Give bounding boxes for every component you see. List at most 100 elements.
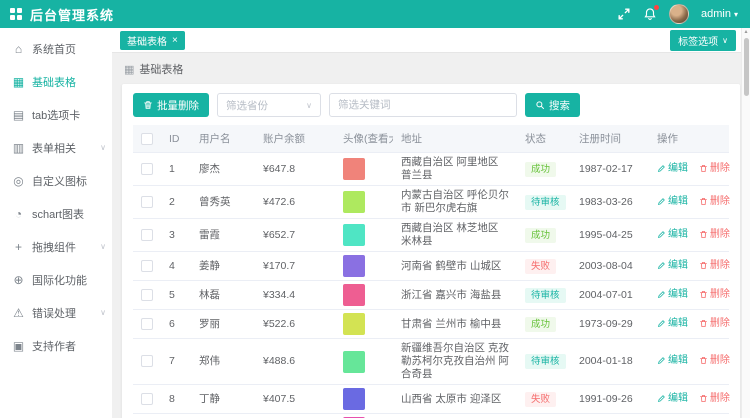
tab-label: 基础表格 — [127, 33, 167, 48]
province-filter-select[interactable]: 筛选省份 ∨ — [217, 93, 321, 117]
cell-id: 5 — [161, 281, 191, 310]
trash-icon — [699, 261, 708, 270]
row-checkbox[interactable] — [141, 355, 153, 367]
tag-options-button[interactable]: 标签选项 ∨ — [670, 30, 736, 51]
sidebar-item[interactable]: ▥ 表单相关 ∨ — [0, 131, 112, 164]
app-logo: 后台管理系统 — [10, 5, 114, 24]
sidebar-item[interactable]: ◎ 自定义图标 ∨ — [0, 164, 112, 197]
cell-balance: ¥407.5 — [255, 385, 335, 414]
pencil-icon — [657, 319, 666, 328]
row-checkbox[interactable] — [141, 229, 153, 241]
delete-button[interactable]: 删除 — [699, 195, 730, 208]
user-avatar[interactable] — [669, 4, 689, 24]
column-header: 用户名 — [191, 125, 255, 153]
notification-dot — [654, 5, 659, 10]
batch-delete-button[interactable]: 批量删除 — [133, 93, 209, 117]
avatar-thumbnail[interactable] — [343, 224, 365, 246]
edit-button[interactable]: 编辑 — [657, 162, 688, 175]
cell-address: 内蒙古自治区 呼伦贝尔市 新巴尔虎右旗 — [393, 186, 517, 219]
avatar-thumbnail[interactable] — [343, 191, 365, 213]
delete-button[interactable]: 删除 — [699, 354, 730, 367]
avatar-thumbnail[interactable] — [343, 388, 365, 410]
pencil-icon — [657, 290, 666, 299]
delete-button[interactable]: 删除 — [699, 162, 730, 175]
sidebar-item[interactable]: ⊕ 国际化功能 ∨ — [0, 263, 112, 296]
row-checkbox[interactable] — [141, 260, 153, 272]
cell-address: 山西省 太原市 迎泽区 — [393, 385, 517, 414]
column-header: 账户余额 — [255, 125, 335, 153]
edit-button[interactable]: 编辑 — [657, 354, 688, 367]
data-table: ID用户名账户余额头像(查看大图)地址状态注册时间操作 1 廖杰 ¥647.8 … — [133, 125, 729, 418]
sidebar-item[interactable]: ⌂ 系统首页 ∨ — [0, 32, 112, 65]
avatar-thumbnail[interactable] — [343, 313, 365, 335]
cell-id: 3 — [161, 219, 191, 252]
cell-address: 新疆维吾尔自治区 克孜勒苏柯尔克孜自治州 阿合奇县 — [393, 339, 517, 385]
keyword-filter-input[interactable] — [329, 93, 517, 117]
trash-icon — [699, 164, 708, 173]
drag-icon: + — [12, 240, 25, 254]
cell-register-date: 2003-08-04 — [571, 252, 649, 281]
edit-button[interactable]: 编辑 — [657, 288, 688, 301]
pencil-icon — [657, 230, 666, 239]
fullscreen-icon[interactable] — [617, 7, 631, 21]
row-checkbox[interactable] — [141, 393, 153, 405]
sidebar-item[interactable]: + 拖拽组件 ∨ — [0, 230, 112, 263]
cell-address: 上海 上海市 黄浦区 — [393, 414, 517, 418]
status-badge: 待审核 — [525, 354, 566, 369]
table-header-row: ID用户名账户余额头像(查看大图)地址状态注册时间操作 — [133, 125, 729, 153]
status-badge: 失败 — [525, 392, 556, 407]
row-checkbox[interactable] — [141, 318, 153, 330]
column-header: 注册时间 — [571, 125, 649, 153]
cell-id: 6 — [161, 310, 191, 339]
tab-basic-table[interactable]: 基础表格 × — [120, 31, 185, 50]
sidebar-item[interactable]: ▣ 支持作者 ∨ — [0, 329, 112, 362]
status-badge: 待审核 — [525, 288, 566, 303]
select-all-checkbox[interactable] — [141, 133, 153, 145]
cell-address: 西藏自治区 阿里地区 普兰县 — [393, 153, 517, 186]
cell-address: 西藏自治区 林芝地区 米林县 — [393, 219, 517, 252]
search-button[interactable]: 搜索 — [525, 93, 580, 117]
cell-username: 潘霞 — [191, 414, 255, 418]
notification-bell-icon[interactable] — [643, 7, 657, 21]
cell-address: 甘肃省 兰州市 榆中县 — [393, 310, 517, 339]
edit-button[interactable]: 编辑 — [657, 228, 688, 241]
row-checkbox[interactable] — [141, 289, 153, 301]
pencil-icon — [657, 164, 666, 173]
avatar-thumbnail[interactable] — [343, 255, 365, 277]
edit-button[interactable]: 编辑 — [657, 317, 688, 330]
row-checkbox[interactable] — [141, 163, 153, 175]
delete-button[interactable]: 删除 — [699, 288, 730, 301]
cell-register-date: 1987-02-17 — [571, 153, 649, 186]
pencil-icon — [657, 394, 666, 403]
sidebar-item[interactable]: ◔ schart图表 ∨ — [0, 197, 112, 230]
table-row: 5 林磊 ¥334.4 浙江省 嘉兴市 海盐县 待审核 2004-07-01 编… — [133, 281, 729, 310]
tab-close-icon[interactable]: × — [172, 35, 178, 46]
table-row: 8 丁静 ¥407.5 山西省 太原市 迎泽区 失败 1991-09-26 编辑 — [133, 385, 729, 414]
user-menu[interactable]: admin ▾ — [701, 8, 738, 20]
edit-button[interactable]: 编辑 — [657, 392, 688, 405]
avatar-thumbnail[interactable] — [343, 284, 365, 306]
status-badge: 成功 — [525, 162, 556, 177]
scrollbar-thumb[interactable] — [744, 38, 749, 96]
row-checkbox[interactable] — [141, 196, 153, 208]
edit-button[interactable]: 编辑 — [657, 259, 688, 272]
trash-icon — [699, 319, 708, 328]
form-icon: ▥ — [12, 141, 25, 155]
delete-button[interactable]: 删除 — [699, 228, 730, 241]
delete-button[interactable]: 删除 — [699, 259, 730, 272]
sidebar-item[interactable]: ▦ 基础表格 ∨ — [0, 65, 112, 98]
sidebar-item[interactable]: ▤ tab选项卡 ∨ — [0, 98, 112, 131]
edit-button[interactable]: 编辑 — [657, 195, 688, 208]
pencil-icon — [657, 261, 666, 270]
page-scrollbar[interactable]: ▴ — [741, 28, 750, 418]
delete-button[interactable]: 删除 — [699, 317, 730, 330]
column-header: ID — [161, 125, 191, 153]
delete-button[interactable]: 删除 — [699, 392, 730, 405]
avatar-thumbnail[interactable] — [343, 158, 365, 180]
scrollbar-up-arrow-icon[interactable]: ▴ — [744, 28, 747, 36]
sidebar-item[interactable]: ⚠ 错误处理 ∨ — [0, 296, 112, 329]
avatar-thumbnail[interactable] — [343, 351, 365, 373]
support-icon: ▣ — [12, 339, 25, 353]
cell-register-date: 2004-01-18 — [571, 339, 649, 385]
cell-username: 雷霞 — [191, 219, 255, 252]
